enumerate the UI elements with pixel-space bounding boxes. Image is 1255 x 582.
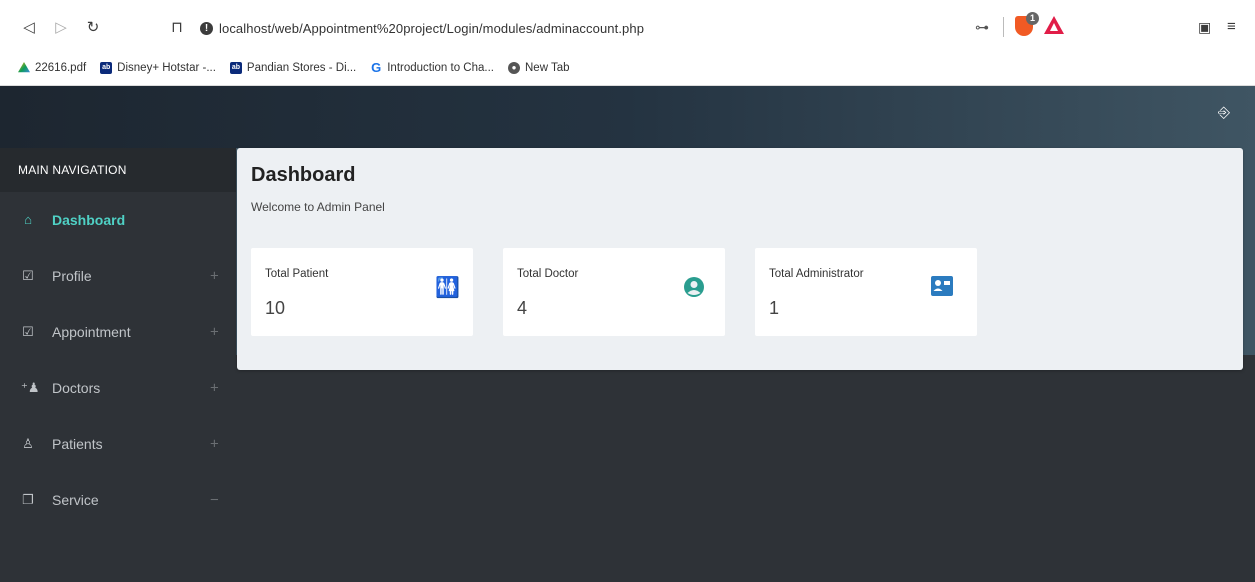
home-icon: ⌂ [24,212,32,227]
sidebar-item-label: Doctors [52,380,101,396]
sidebar-item-service[interactable]: ❐ Service − [0,472,236,528]
stat-value: 1 [769,298,780,318]
collapse-icon[interactable]: − [210,492,219,509]
stat-value: 10 [265,298,286,318]
info-icon[interactable]: ! [200,21,213,35]
bookmark-item[interactable]: 22616.pdf [18,62,86,74]
calendar-check-icon: ☑ [22,268,34,283]
restroom-icon: 🚻 [435,277,460,299]
sidebar: MAIN NAVIGATION ⌂ Dashboard ☑ Profile + … [0,148,236,582]
sidebar-item-appointment[interactable]: ☑ Appointment + [0,304,236,360]
key-icon[interactable]: ⊶ [975,19,989,36]
hotstar-icon: ab [229,62,242,74]
bookmark-label: Introduction to Cha... [387,62,494,74]
hotstar-icon: ab [100,62,113,74]
stat-card-patients[interactable]: Total Patient 10 🚻 [251,248,473,336]
bookmarks-bar: 22616.pdf ab Disney+ Hotstar -... ab Pan… [0,54,1255,82]
address-bar[interactable]: ! localhost/web/Appointment%20project/Lo… [200,14,1080,42]
google-drive-icon [18,62,30,73]
user-circle-svg [684,277,704,297]
back-icon[interactable]: ◁ [20,19,38,37]
bookmark-label: New Tab [525,62,570,74]
stat-label: Total Doctor [517,268,579,280]
sidebar-item-profile[interactable]: ☑ Profile + [0,248,236,304]
url-text[interactable]: localhost/web/Appointment%20project/Logi… [219,21,644,36]
sidebar-item-label: Appointment [52,324,131,340]
stat-label: Total Patient [265,268,329,280]
expand-icon[interactable]: + [210,324,219,341]
sidebar-item-label: Profile [52,268,92,284]
forward-icon[interactable]: ▷ [52,19,70,37]
address-card-icon [931,276,953,300]
bookmark-item[interactable]: G Introduction to Cha... [370,60,494,75]
bookmark-item[interactable]: ab Disney+ Hotstar -... [100,62,216,74]
bookmark-item[interactable]: ● New Tab [508,62,570,74]
bookmark-icon[interactable]: ⊓ [168,19,186,37]
stat-value: 4 [517,298,528,318]
bookmark-label: Pandian Stores - Di... [246,62,357,74]
bookmark-label: 22616.pdf [35,62,87,74]
url-row: ◁ ▷ ↻ ⊓ ! localhost/web/Appointment%20pr… [0,0,1255,54]
stat-label: Total Administrator [769,268,864,280]
user-icon: ♙ [22,436,34,451]
calendar-check-icon: ☑ [22,324,34,339]
stat-card-doctors[interactable]: Total Doctor 4 [503,248,725,336]
sidebar-header: MAIN NAVIGATION [0,148,236,192]
expand-icon[interactable]: + [210,436,219,453]
g-icon: G [371,60,382,75]
sidebar-item-label: Service [52,492,99,508]
bat-rewards-icon[interactable] [1044,16,1064,34]
toolbar-divider [1003,17,1004,37]
copy-icon: ❐ [22,492,34,507]
globe-icon: ● [508,62,520,74]
page-subtitle: Welcome to Admin Panel [251,200,385,214]
wallet-icon[interactable]: ▣ [1198,19,1211,36]
menu-icon[interactable]: ≡ [1227,18,1236,35]
brave-badge: 1 [1026,12,1039,25]
browser-toolbar: ◁ ▷ ↻ ⊓ ! localhost/web/Appointment%20pr… [0,0,1255,86]
user-circle-icon [683,276,705,300]
stat-card-administrators[interactable]: Total Administrator 1 [755,248,977,336]
admin-header [0,86,1255,148]
user-plus-icon: ⁺♟ [21,380,40,395]
logout-icon[interactable]: ⎆ [1215,104,1233,122]
bookmark-label: Disney+ Hotstar -... [117,62,216,74]
expand-icon[interactable]: + [210,268,219,285]
bookmark-item[interactable]: ab Pandian Stores - Di... [229,62,357,74]
sidebar-item-patients[interactable]: ♙ Patients + [0,416,236,472]
address-card-svg [931,276,953,296]
sidebar-item-label: Dashboard [52,212,126,228]
dashboard-card: Dashboard Welcome to Admin Panel Total P… [237,148,1243,370]
sidebar-item-label: Patients [52,436,103,452]
reload-icon[interactable]: ↻ [84,19,102,37]
sidebar-item-dashboard[interactable]: ⌂ Dashboard [0,192,236,248]
page-title: Dashboard [251,164,356,186]
expand-icon[interactable]: + [210,380,219,397]
sidebar-item-doctors[interactable]: ⁺♟ Doctors + [0,360,236,416]
